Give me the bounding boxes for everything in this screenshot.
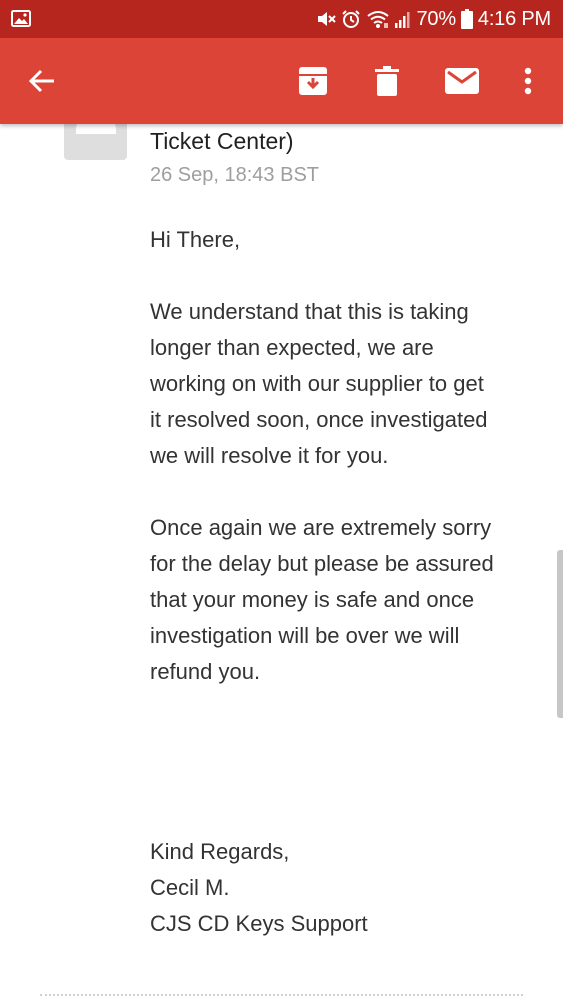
more-options-icon: [524, 67, 532, 95]
status-bar: 70% 4:16 PM: [0, 0, 563, 38]
message-date: 26 Sep, 18:43 BST: [150, 164, 320, 186]
body-line: working on with our supplier to get: [150, 371, 484, 396]
gallery-icon: [11, 10, 31, 27]
greeting: Hi There,: [150, 227, 241, 252]
body-line: it resolved soon, once investigated: [150, 407, 488, 432]
scrollbar-thumb[interactable]: [557, 550, 563, 718]
body-line: refund you.: [150, 659, 261, 684]
body-line: we will resolve it for you.: [150, 443, 389, 468]
wifi-icon: [367, 11, 390, 28]
mark-unread-button[interactable]: [434, 38, 490, 124]
paragraph-1: We understand that this is taking longer…: [150, 294, 540, 474]
signature-line: CJS CD Keys Support: [150, 911, 368, 936]
paragraph-2: Once again we are extremely sorry for th…: [150, 510, 540, 690]
delete-button[interactable]: [359, 38, 415, 124]
archive-icon: [299, 67, 327, 95]
back-arrow-icon: [28, 69, 54, 93]
more-options-button[interactable]: [500, 38, 556, 124]
message-view: Ticket Center) 26 Sep, 18:43 BST Hi Ther…: [0, 124, 563, 1000]
avatar-body: [76, 124, 116, 134]
body-line: for the delay but please be assured: [150, 551, 494, 576]
signature: Kind Regards, Cecil M. CJS CD Keys Suppo…: [150, 834, 540, 942]
body-line: longer than expected, we are: [150, 335, 434, 360]
back-button[interactable]: [14, 38, 70, 124]
mute-icon: [318, 12, 337, 26]
sender-name: Ticket Center): [150, 128, 294, 154]
delete-icon: [375, 66, 399, 96]
body-line: Once again we are extremely sorry: [150, 515, 492, 540]
alarm-icon: [342, 10, 361, 28]
signature-line: Kind Regards,: [150, 839, 290, 864]
archive-button[interactable]: [285, 38, 341, 124]
avatar: [64, 124, 127, 160]
battery-percent: 70%: [416, 8, 456, 30]
signature-line: Cecil M.: [150, 875, 230, 900]
body-line: We understand that this is taking: [150, 299, 469, 324]
status-icons: 70% 4:16 PM: [316, 0, 551, 38]
body-line: that your money is safe and once: [150, 587, 475, 612]
body-line: investigation will be over we will: [150, 623, 460, 648]
status-time: 4:16 PM: [477, 8, 551, 30]
battery-icon: [460, 9, 473, 29]
app-bar: [0, 38, 563, 124]
mark-unread-icon: [445, 68, 479, 94]
message-body: Hi There, We understand that this is tak…: [150, 222, 540, 942]
signal-icon: [395, 12, 410, 28]
divider: [40, 994, 523, 996]
